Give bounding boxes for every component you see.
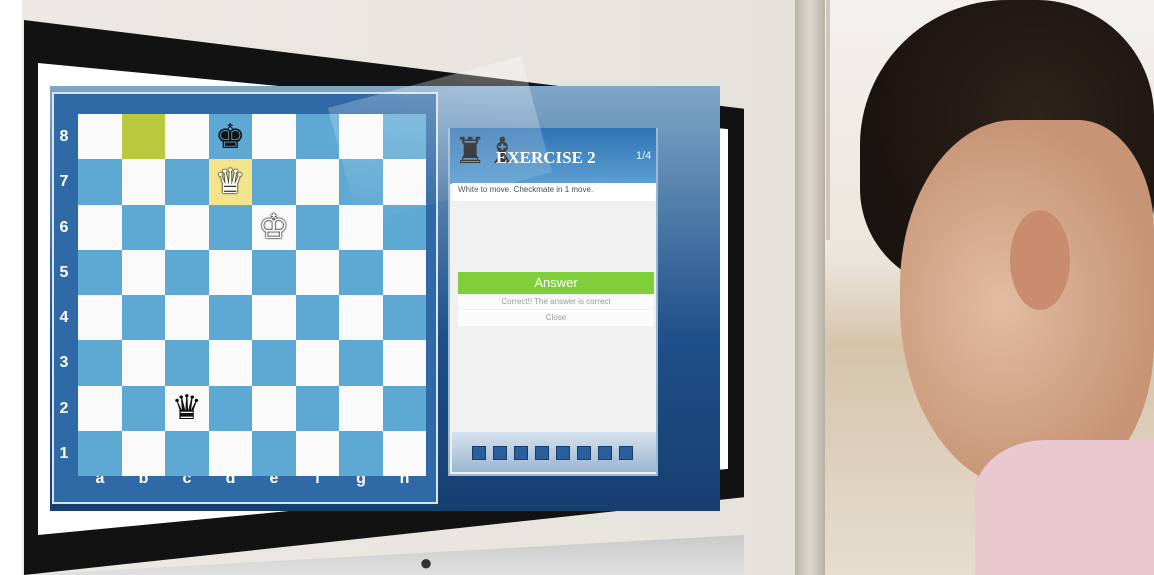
exercise-title: EXERCISE 2 xyxy=(496,148,596,167)
square-c8[interactable] xyxy=(165,114,209,160)
square-a4[interactable] xyxy=(78,295,122,341)
square-h4[interactable] xyxy=(382,295,426,341)
square-h3[interactable] xyxy=(382,340,426,386)
square-b3[interactable] xyxy=(121,340,165,386)
square-e6[interactable]: ♔ xyxy=(252,204,296,250)
square-a3[interactable] xyxy=(78,340,122,386)
square-f6[interactable] xyxy=(295,204,339,250)
rank-label: 3 xyxy=(59,354,69,372)
square-f2[interactable] xyxy=(295,385,339,431)
square-c6[interactable] xyxy=(165,204,209,250)
square-f8[interactable] xyxy=(295,114,339,160)
square-h1[interactable] xyxy=(382,430,426,476)
square-b4[interactable] xyxy=(121,295,165,341)
square-h6[interactable] xyxy=(382,204,426,250)
square-f7[interactable] xyxy=(295,159,339,205)
chess-pieces-icon: ♜♝ xyxy=(454,131,519,172)
square-a2[interactable] xyxy=(78,385,122,431)
square-c1[interactable] xyxy=(165,430,209,476)
square-d5[interactable] xyxy=(208,249,252,295)
square-b8[interactable] xyxy=(121,114,165,160)
back-icon[interactable] xyxy=(514,446,528,460)
square-g3[interactable] xyxy=(339,340,383,386)
rank-label: 2 xyxy=(59,399,69,417)
square-h7[interactable] xyxy=(382,159,426,205)
left-strip xyxy=(0,0,22,575)
square-b7[interactable] xyxy=(121,159,165,205)
next-icon[interactable] xyxy=(598,446,612,460)
blind-cord xyxy=(826,0,830,240)
close-button[interactable]: Close xyxy=(458,310,654,326)
square-g6[interactable] xyxy=(339,204,383,250)
black-queen-icon[interactable]: ♛ xyxy=(165,386,209,431)
square-d3[interactable] xyxy=(208,340,252,386)
square-g7[interactable] xyxy=(339,159,383,205)
apple-logo-icon: ● xyxy=(419,550,433,575)
square-h5[interactable] xyxy=(382,249,426,295)
square-a7[interactable] xyxy=(78,159,122,205)
bed-icon[interactable] xyxy=(556,446,570,460)
square-c4[interactable] xyxy=(165,295,209,341)
rank-label: 8 xyxy=(59,128,69,145)
square-d2[interactable] xyxy=(208,385,252,431)
first-icon[interactable] xyxy=(472,446,486,460)
square-e3[interactable] xyxy=(252,340,296,386)
square-d4[interactable] xyxy=(208,295,252,341)
square-b1[interactable] xyxy=(121,430,165,476)
forward-icon[interactable] xyxy=(535,446,549,460)
square-g8[interactable] xyxy=(339,114,383,160)
window-frame xyxy=(795,0,825,575)
exercise-counter: 1/4 xyxy=(636,150,652,162)
rank-label: 4 xyxy=(59,309,69,326)
square-h8[interactable] xyxy=(382,114,426,160)
square-c7[interactable] xyxy=(165,159,209,205)
answer-button[interactable]: Answer xyxy=(458,272,654,294)
square-a1[interactable] xyxy=(78,430,122,476)
square-c3[interactable] xyxy=(165,340,209,386)
square-d1[interactable] xyxy=(208,430,252,476)
square-g2[interactable] xyxy=(339,385,383,431)
square-e5[interactable] xyxy=(252,249,296,295)
answer-result-text: Correct!! The answer is correct xyxy=(458,295,654,309)
square-g4[interactable] xyxy=(339,295,383,341)
lock-icon[interactable] xyxy=(577,446,591,460)
square-a8[interactable] xyxy=(78,114,122,160)
white-queen-on-highlight-icon[interactable]: ♛ xyxy=(209,159,253,204)
square-e4[interactable] xyxy=(252,295,296,341)
square-d7[interactable]: ♛ xyxy=(208,159,253,205)
grid-icon[interactable] xyxy=(619,446,633,460)
square-e7[interactable] xyxy=(252,159,296,205)
chess-board[interactable]: ♚ ♛ ♔ ♛ xyxy=(78,114,426,476)
pause-icon[interactable] xyxy=(493,446,507,460)
rank-label: 5 xyxy=(59,263,69,281)
square-b6[interactable] xyxy=(121,204,165,250)
square-d6[interactable] xyxy=(208,204,252,250)
square-a5[interactable] xyxy=(78,249,122,295)
square-e8[interactable] xyxy=(252,114,296,160)
square-b5[interactable] xyxy=(121,249,165,295)
white-king-icon[interactable]: ♔ xyxy=(252,205,296,250)
rank-label: 1 xyxy=(59,444,69,462)
rank-label: 6 xyxy=(59,218,69,236)
square-f1[interactable] xyxy=(295,430,339,476)
square-f3[interactable] xyxy=(295,340,339,386)
square-g5[interactable] xyxy=(339,249,383,295)
square-c2[interactable]: ♛ xyxy=(165,385,209,431)
person-shirt xyxy=(975,440,1154,575)
rank-label: 7 xyxy=(59,173,69,191)
square-b2[interactable] xyxy=(121,385,165,431)
square-g1[interactable] xyxy=(339,430,383,476)
square-e1[interactable] xyxy=(252,430,296,476)
square-d8[interactable]: ♚ xyxy=(208,114,253,160)
square-c5[interactable] xyxy=(165,249,209,295)
person-ear xyxy=(1010,210,1070,310)
instruction-text: White to move. Checkmate in 1 move. xyxy=(458,185,594,194)
square-f5[interactable] xyxy=(295,249,339,295)
square-h2[interactable] xyxy=(382,385,426,431)
square-a6[interactable] xyxy=(78,204,122,250)
black-king-icon[interactable]: ♚ xyxy=(209,114,253,159)
square-f4[interactable] xyxy=(295,295,339,341)
square-e2[interactable] xyxy=(252,385,296,431)
